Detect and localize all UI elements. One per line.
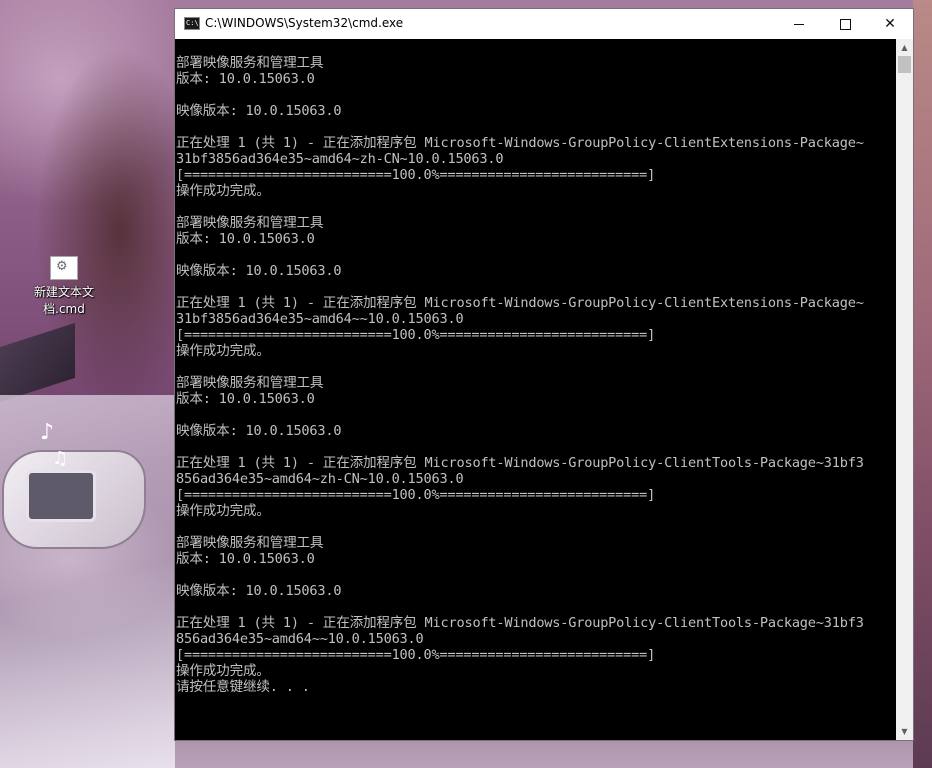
console-line: [==========================100.0%=======… [176, 167, 656, 183]
console-line: 请按任意键继续. . . [176, 679, 310, 695]
window-titlebar[interactable]: C:\ C:\WINDOWS\System32\cmd.exe ✕ [175, 9, 913, 39]
console-line: 正在处理 1 (共 1) - 正在添加程序包 Microsoft-Windows… [176, 615, 864, 631]
console-line: 操作成功完成。 [176, 343, 270, 359]
minimize-button[interactable] [776, 9, 822, 39]
console-line: 映像版本: 10.0.15063.0 [176, 583, 342, 599]
close-icon: ✕ [884, 16, 896, 32]
console-line: 856ad364e35~amd64~~10.0.15063.0 [176, 631, 424, 647]
console-line: 映像版本: 10.0.15063.0 [176, 263, 342, 279]
gear-icon: ⚙ [56, 259, 68, 274]
console-line: 正在处理 1 (共 1) - 正在添加程序包 Microsoft-Windows… [176, 455, 864, 471]
scroll-thumb[interactable] [898, 56, 911, 73]
console-line: 操作成功完成。 [176, 503, 270, 519]
maximize-button[interactable] [822, 9, 868, 39]
console-output[interactable]: 部署映像服务和管理工具 版本: 10.0.15063.0 映像版本: 10.0.15… [175, 39, 896, 740]
desktop-icon-label-line1: 新建文本文 [33, 285, 94, 299]
cmd-window[interactable]: C:\ C:\WINDOWS\System32\cmd.exe ✕ 部署映像服务… [174, 8, 914, 741]
console-line: 856ad364e35~amd64~zh-CN~10.0.15063.0 [176, 471, 464, 487]
console-line: 31bf3856ad364e35~amd64~zh-CN~10.0.15063.… [176, 151, 504, 167]
cmd-file-icon: ⚙ [50, 256, 78, 280]
scroll-down-button[interactable]: ▼ [896, 723, 913, 740]
maximize-icon [839, 18, 851, 30]
console-line: [==========================100.0%=======… [176, 327, 656, 343]
desktop-icon-label-line2: 档.cmd [43, 302, 85, 316]
scroll-up-icon: ▲ [901, 43, 908, 52]
wallpaper-music-player [2, 450, 146, 549]
console-line: [==========================100.0%=======… [176, 487, 656, 503]
console-line: 部署映像服务和管理工具 [176, 375, 324, 391]
console-line: 操作成功完成。 [176, 663, 270, 679]
console-line: 正在处理 1 (共 1) - 正在添加程序包 Microsoft-Windows… [176, 135, 864, 151]
desktop-icon-cmd-file[interactable]: ⚙ 新建文本文 档.cmd [28, 256, 100, 318]
console-line: [==========================100.0%=======… [176, 647, 656, 663]
console-line: 部署映像服务和管理工具 [176, 215, 324, 231]
vertical-scrollbar[interactable]: ▲ ▼ [896, 39, 913, 740]
console-line: 操作成功完成。 [176, 183, 270, 199]
scroll-up-button[interactable]: ▲ [896, 39, 913, 56]
window-title: C:\WINDOWS\System32\cmd.exe [205, 16, 404, 30]
desktop-wallpaper-right-strip [913, 0, 932, 768]
console-line: 版本: 10.0.15063.0 [176, 551, 315, 567]
console-line: 版本: 10.0.15063.0 [176, 71, 315, 87]
console-line: 31bf3856ad364e35~amd64~~10.0.15063.0 [176, 311, 464, 327]
console-line: 版本: 10.0.15063.0 [176, 231, 315, 247]
music-note-icon: ♪ [40, 420, 55, 445]
console-line: 部署映像服务和管理工具 [176, 55, 324, 71]
close-button[interactable]: ✕ [867, 9, 913, 39]
music-note-icon: ♫ [52, 448, 69, 469]
console-line: 部署映像服务和管理工具 [176, 535, 324, 551]
console-line: 映像版本: 10.0.15063.0 [176, 103, 342, 119]
console-line: 映像版本: 10.0.15063.0 [176, 423, 342, 439]
wallpaper-music-player-screen [26, 470, 96, 522]
console-line: 版本: 10.0.15063.0 [176, 391, 315, 407]
scroll-down-icon: ▼ [901, 727, 908, 736]
minimize-icon [794, 23, 804, 25]
cmd-app-icon[interactable]: C:\ [184, 17, 200, 30]
console-line: 正在处理 1 (共 1) - 正在添加程序包 Microsoft-Windows… [176, 295, 864, 311]
console-lines: 部署映像服务和管理工具 版本: 10.0.15063.0 映像版本: 10.0.15… [176, 55, 864, 695]
